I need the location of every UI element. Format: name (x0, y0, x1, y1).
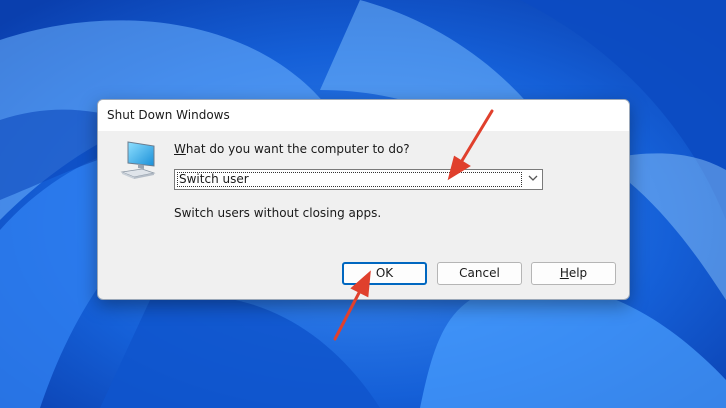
dialog-titlebar: Shut Down Windows (98, 100, 629, 131)
ok-button[interactable]: OK (342, 262, 427, 285)
computer-icon (120, 141, 156, 179)
dropdown-selected-value: Switch user (177, 172, 522, 187)
dialog-title: Shut Down Windows (107, 108, 230, 122)
dialog-prompt: What do you want the computer to do? (174, 142, 410, 156)
chevron-down-icon[interactable] (528, 175, 538, 182)
shutdown-dialog: Shut Down Windows What do you want the c… (97, 99, 630, 300)
action-dropdown[interactable]: Switch user (174, 169, 543, 190)
cancel-button[interactable]: Cancel (437, 262, 522, 285)
help-button[interactable]: Help (531, 262, 616, 285)
option-description: Switch users without closing apps. (174, 206, 382, 220)
